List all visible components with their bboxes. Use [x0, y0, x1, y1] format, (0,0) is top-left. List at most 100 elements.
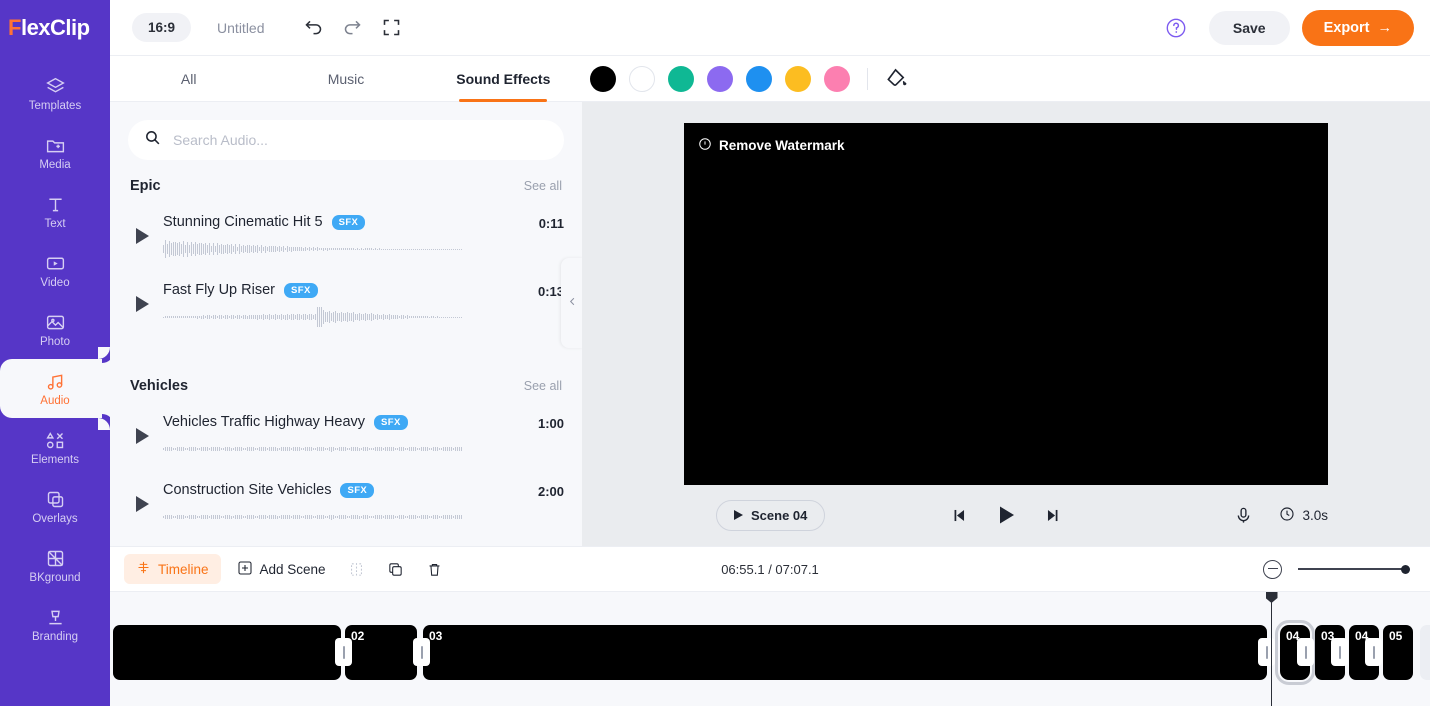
playhead[interactable]: [1271, 592, 1272, 706]
timeline-track[interactable]: 02 03 04 03 04 05: [110, 592, 1430, 706]
header-actions: [303, 17, 402, 38]
clip-trim-handle[interactable]: [335, 638, 352, 666]
color-swatch-amber[interactable]: [785, 65, 811, 92]
photo-icon: [44, 311, 66, 333]
color-swatch-blue[interactable]: [746, 65, 772, 92]
split-icon[interactable]: [348, 561, 365, 578]
logo-text: lexClip: [20, 15, 90, 40]
clip-number: 03: [429, 629, 443, 643]
skip-previous-icon[interactable]: [949, 506, 968, 525]
sidebar-item-bkground[interactable]: BKground: [0, 536, 110, 595]
clip-trim-handle[interactable]: [1297, 638, 1314, 666]
save-button[interactable]: Save: [1208, 10, 1290, 45]
color-swatch-purple[interactable]: [707, 65, 733, 92]
see-all-link[interactable]: See all: [524, 179, 562, 193]
remove-watermark-button[interactable]: Remove Watermark: [698, 137, 845, 154]
undo-icon[interactable]: [303, 17, 324, 38]
color-swatch-black[interactable]: [590, 65, 616, 92]
timeline-clip[interactable]: 02: [345, 625, 417, 680]
scene-selector-button[interactable]: Scene 04: [716, 499, 826, 531]
play-icon[interactable]: [994, 503, 1018, 527]
sidebar-item-media[interactable]: Media: [0, 123, 110, 182]
panel-collapse-button[interactable]: [561, 258, 583, 348]
color-swatch-teal[interactable]: [668, 65, 694, 92]
audio-panel: All Music Sound Effects Epic See all Stu…: [110, 56, 583, 546]
sidebar-label: Branding: [31, 631, 79, 643]
sidebar-label: Elements: [31, 454, 79, 466]
track-duration: 0:13: [537, 284, 564, 299]
audio-track-row[interactable]: Stunning Cinematic Hit 5 SFX 0:11: [128, 200, 564, 268]
duplicate-icon[interactable]: [387, 561, 404, 578]
clip-trim-handle[interactable]: [1365, 638, 1382, 666]
plus-square-icon: [237, 560, 253, 579]
timeline-toolbar: Timeline Add Scene 06:55.1 / 07:07.1: [110, 546, 1430, 592]
export-button[interactable]: Export →: [1301, 9, 1414, 46]
aspect-ratio-button[interactable]: 16:9: [132, 13, 192, 42]
fullscreen-icon[interactable]: [381, 17, 402, 38]
video-icon: [44, 252, 66, 274]
sidebar-item-audio[interactable]: Audio: [0, 347, 110, 430]
timeline-clip[interactable]: 05: [1383, 625, 1413, 680]
audio-track-row[interactable]: Fast Fly Up Riser SFX 0:13: [128, 268, 564, 336]
track-name: Construction Site Vehicles: [163, 482, 332, 498]
play-icon[interactable]: [136, 228, 149, 244]
sidebar-label: Text: [44, 218, 66, 230]
sidebar-item-overlays[interactable]: Overlays: [0, 477, 110, 536]
sidebar-item-video[interactable]: Video: [0, 241, 110, 300]
track-duration: 0:11: [538, 216, 564, 231]
section-title: Epic: [130, 178, 161, 194]
section-header-vehicles: Vehicles See all: [128, 370, 564, 400]
add-scene-button[interactable]: Add Scene: [237, 560, 326, 579]
clip-trim-handle[interactable]: [1258, 638, 1275, 666]
color-swatch-white[interactable]: [629, 65, 655, 92]
see-all-link[interactable]: See all: [524, 379, 562, 393]
search-box[interactable]: [128, 120, 564, 160]
tab-music[interactable]: Music: [267, 56, 424, 101]
waveform: [163, 438, 512, 460]
microphone-icon[interactable]: [1234, 506, 1253, 525]
audio-icon: [44, 370, 66, 392]
app-logo[interactable]: FlexClip: [0, 0, 110, 56]
search-input[interactable]: [173, 132, 548, 148]
play-small-icon: [734, 510, 743, 520]
redo-icon[interactable]: [342, 17, 363, 38]
paint-bucket-icon[interactable]: [885, 67, 908, 90]
play-icon[interactable]: [136, 428, 149, 444]
sidebar-item-templates[interactable]: Templates: [0, 64, 110, 123]
sidebar-item-text[interactable]: Text: [0, 182, 110, 241]
track-info: Vehicles Traffic Highway Heavy SFX: [163, 414, 512, 460]
clip-trim-handle[interactable]: [413, 638, 430, 666]
zoom-minus-icon[interactable]: [1263, 559, 1282, 579]
trash-icon[interactable]: [426, 561, 443, 578]
export-label: Export: [1323, 19, 1370, 36]
track-name: Vehicles Traffic Highway Heavy: [163, 414, 366, 430]
project-title[interactable]: Untitled: [217, 20, 264, 36]
skip-next-icon[interactable]: [1044, 506, 1063, 525]
timeline-clip[interactable]: 03: [423, 625, 1267, 680]
audio-track-row[interactable]: Vehicles Traffic Highway Heavy SFX 1:00: [128, 400, 564, 468]
audio-track-row[interactable]: Construction Site Vehicles SFX 2:00: [128, 468, 564, 536]
sidebar-item-elements[interactable]: Elements: [0, 418, 110, 477]
timeline-empty-slot[interactable]: [1420, 625, 1430, 680]
play-icon[interactable]: [136, 296, 149, 312]
video-canvas[interactable]: Remove Watermark: [684, 123, 1328, 485]
sidebar-item-photo[interactable]: Photo: [0, 300, 110, 359]
flexclip-editor: FlexClip Templates Media Text Video Phot…: [0, 0, 1430, 706]
player-controls: Scene 04 3.0s: [684, 485, 1328, 545]
zoom-slider-handle[interactable]: [1401, 564, 1410, 574]
play-icon[interactable]: [136, 496, 149, 512]
tab-sound-effects[interactable]: Sound Effects: [425, 56, 582, 102]
audio-tabs: All Music Sound Effects: [110, 56, 582, 102]
timeline-clip[interactable]: [113, 625, 341, 680]
color-swatch-pink[interactable]: [824, 65, 850, 92]
help-icon[interactable]: [1165, 17, 1187, 39]
timeline-zoom-control: [1263, 559, 1410, 579]
scene-duration-button[interactable]: 3.0s: [1279, 506, 1328, 525]
clip-trim-handle[interactable]: [1331, 638, 1348, 666]
waveform: [163, 238, 512, 260]
zoom-slider[interactable]: [1298, 564, 1410, 574]
tab-all[interactable]: All: [110, 56, 267, 101]
timeline-mode-button[interactable]: Timeline: [124, 554, 221, 584]
clip-number: 02: [351, 629, 365, 643]
sidebar-item-branding[interactable]: Branding: [0, 595, 110, 654]
